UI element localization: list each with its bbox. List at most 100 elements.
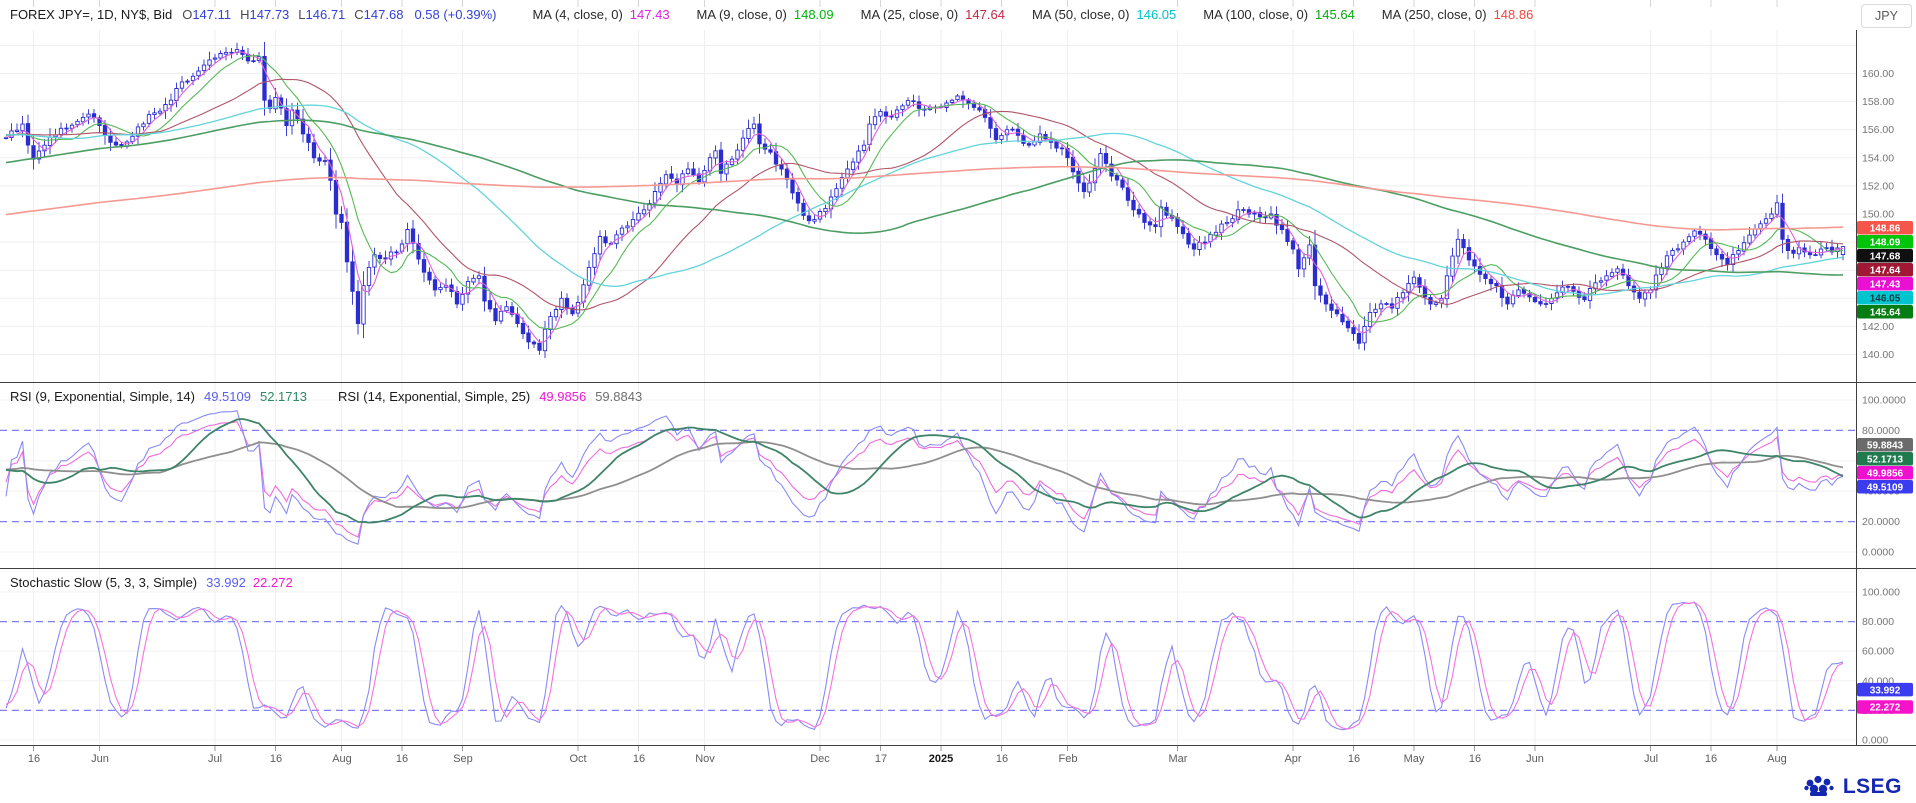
svg-text:147.64: 147.64	[1870, 265, 1901, 276]
ma-legend-item[interactable]: MA (250, close, 0)148.86	[1382, 7, 1534, 22]
time-axis-label: May	[1404, 753, 1425, 765]
svg-text:148.09: 148.09	[1870, 237, 1901, 248]
time-axis[interactable]: 16JunJul16Aug16SepOct16NovDec17202516Feb…	[0, 745, 1916, 775]
ohlc-value: 147.11	[192, 7, 231, 22]
series-label: FOREX JPY=, 1D, NY$, Bid	[10, 7, 172, 22]
stochastic-legend[interactable]: Stochastic Slow (5, 3, 3, Simple)33.9922…	[10, 572, 300, 594]
time-axis-label: Mar	[1169, 753, 1188, 765]
price-badge: 146.05	[1857, 291, 1913, 305]
price-badge: 148.86	[1857, 221, 1913, 235]
lseg-logo: LSEG	[1804, 774, 1902, 800]
svg-text:20.0000: 20.0000	[1862, 516, 1900, 528]
lseg-crest-icon	[1804, 774, 1836, 800]
svg-text:49.5109: 49.5109	[1867, 482, 1904, 493]
svg-text:52.1713: 52.1713	[1867, 454, 1904, 465]
ohlc-values: O147.11 H147.73 L146.71 C147.68	[182, 7, 412, 22]
time-axis-label: 16	[996, 753, 1008, 765]
stochastic-legend-value: 33.992	[206, 575, 246, 590]
svg-text:148.86: 148.86	[1870, 223, 1901, 234]
price-badge: 49.9856	[1857, 466, 1913, 480]
price-badge: 52.1713	[1857, 452, 1913, 466]
ma-50-line	[6, 105, 1843, 295]
time-axis-label: 16	[396, 753, 408, 765]
ma-legend-item[interactable]: MA (50, close, 0)146.05	[1032, 7, 1176, 22]
svg-text:145.64: 145.64	[1870, 307, 1901, 318]
price-badge: 145.64	[1857, 305, 1913, 319]
svg-text:80.000: 80.000	[1862, 616, 1894, 628]
svg-text:160.00: 160.00	[1862, 68, 1894, 80]
svg-text:150.00: 150.00	[1862, 209, 1894, 221]
rsi-legend-value: 49.9856	[539, 389, 586, 404]
ohlc-value: 147.68	[364, 7, 404, 22]
svg-text:142.00: 142.00	[1862, 321, 1894, 333]
candlestick-series	[4, 42, 1844, 358]
time-axis-label: Jun	[91, 753, 109, 765]
time-axis-label: 16	[1705, 753, 1717, 765]
price-badge: 147.68	[1857, 249, 1913, 263]
svg-text:146.05: 146.05	[1870, 293, 1901, 304]
time-axis-label: Aug	[332, 753, 352, 765]
ma-100-line	[6, 120, 1843, 275]
svg-text:80.0000: 80.0000	[1862, 425, 1900, 437]
ma-legend-item[interactable]: MA (4, close, 0)147.43	[532, 7, 669, 22]
ma-9-line	[6, 55, 1843, 329]
time-axis-label: Aug	[1767, 753, 1787, 765]
svg-text:60.000: 60.000	[1862, 646, 1894, 658]
price-badge: 22.272	[1857, 700, 1913, 714]
rsi-legend-value: 59.8843	[595, 389, 642, 404]
rsi-legend-label: RSI (9, Exponential, Simple, 14)	[10, 389, 195, 404]
time-axis-label: Oct	[569, 753, 586, 765]
svg-text:100.0000: 100.0000	[1862, 395, 1906, 407]
ohlc-label: L	[298, 7, 305, 22]
ma-legend-item[interactable]: MA (25, close, 0)147.64	[861, 7, 1005, 22]
currency-tab[interactable]: JPY	[1861, 4, 1912, 28]
ohlc-label: O	[182, 7, 192, 22]
time-axis-label: 2025	[929, 753, 953, 765]
svg-text:140.00: 140.00	[1862, 349, 1894, 361]
svg-text:156.00: 156.00	[1862, 124, 1894, 136]
time-axis-label: Dec	[810, 753, 830, 765]
svg-text:100.000: 100.000	[1862, 587, 1900, 599]
price-badge: 59.8843	[1857, 438, 1913, 452]
time-axis-label: Apr	[1284, 753, 1301, 765]
time-axis-label: 16	[1469, 753, 1481, 765]
price-badge: 147.64	[1857, 263, 1913, 277]
chart-window: 160.00 158.00 156.00 154.00 152.00 150.00 148.…	[0, 0, 1916, 803]
price-badge: 33.992	[1857, 683, 1913, 697]
ohlc-label: C	[354, 7, 363, 22]
svg-text:147.68: 147.68	[1870, 251, 1901, 262]
rsi-legend[interactable]: RSI (9, Exponential, Simple, 14) 49.5109 5…	[10, 386, 651, 408]
rsi-legend-label: RSI (14, Exponential, Simple, 25)	[338, 389, 530, 404]
ohlc-value: 147.73	[250, 7, 290, 22]
time-axis-label: 17	[875, 753, 887, 765]
ma-4-line	[6, 52, 1843, 342]
time-axis-label: Jul	[208, 753, 222, 765]
time-axis-label: 16	[28, 753, 40, 765]
lseg-logo-text: LSEG	[1843, 775, 1902, 799]
time-axis-label: 16	[1348, 753, 1360, 765]
change-value: 0.58 (+0.39%)	[414, 7, 496, 22]
svg-text:158.00: 158.00	[1862, 96, 1894, 108]
price-badge: 49.5109	[1857, 480, 1913, 494]
ma-legend-item[interactable]: MA (100, close, 0)145.64	[1203, 7, 1355, 22]
svg-text:59.8843: 59.8843	[1867, 440, 1904, 451]
svg-text:22.272: 22.272	[1870, 703, 1901, 714]
ma-legend-item[interactable]: MA (9, close, 0)148.09	[697, 7, 834, 22]
svg-text:147.43: 147.43	[1870, 279, 1901, 290]
svg-text:0.0000: 0.0000	[1862, 547, 1894, 559]
rsi-legend-value: 52.1713	[260, 389, 307, 404]
ohlc-label: H	[240, 7, 249, 22]
time-axis-label: Jul	[1644, 753, 1658, 765]
stochastic-legend-value: 22.272	[253, 575, 293, 590]
price-badge: 147.43	[1857, 277, 1913, 291]
main-chart-legend: FOREX JPY=, 1D, NY$, BidO147.11H147.73L1…	[10, 0, 1533, 30]
time-axis-label: 16	[633, 753, 645, 765]
svg-text:49.9856: 49.9856	[1867, 468, 1904, 479]
svg-text:154.00: 154.00	[1862, 152, 1894, 164]
time-axis-label: Feb	[1059, 753, 1078, 765]
ohlc-value: 146.71	[306, 7, 346, 22]
rsi-legend-value: 49.5109	[204, 389, 251, 404]
svg-text:33.992: 33.992	[1870, 685, 1901, 696]
ma-legend: MA (4, close, 0)147.43 MA (9, close, 0)14…	[505, 7, 1533, 22]
svg-text:152.00: 152.00	[1862, 180, 1894, 192]
